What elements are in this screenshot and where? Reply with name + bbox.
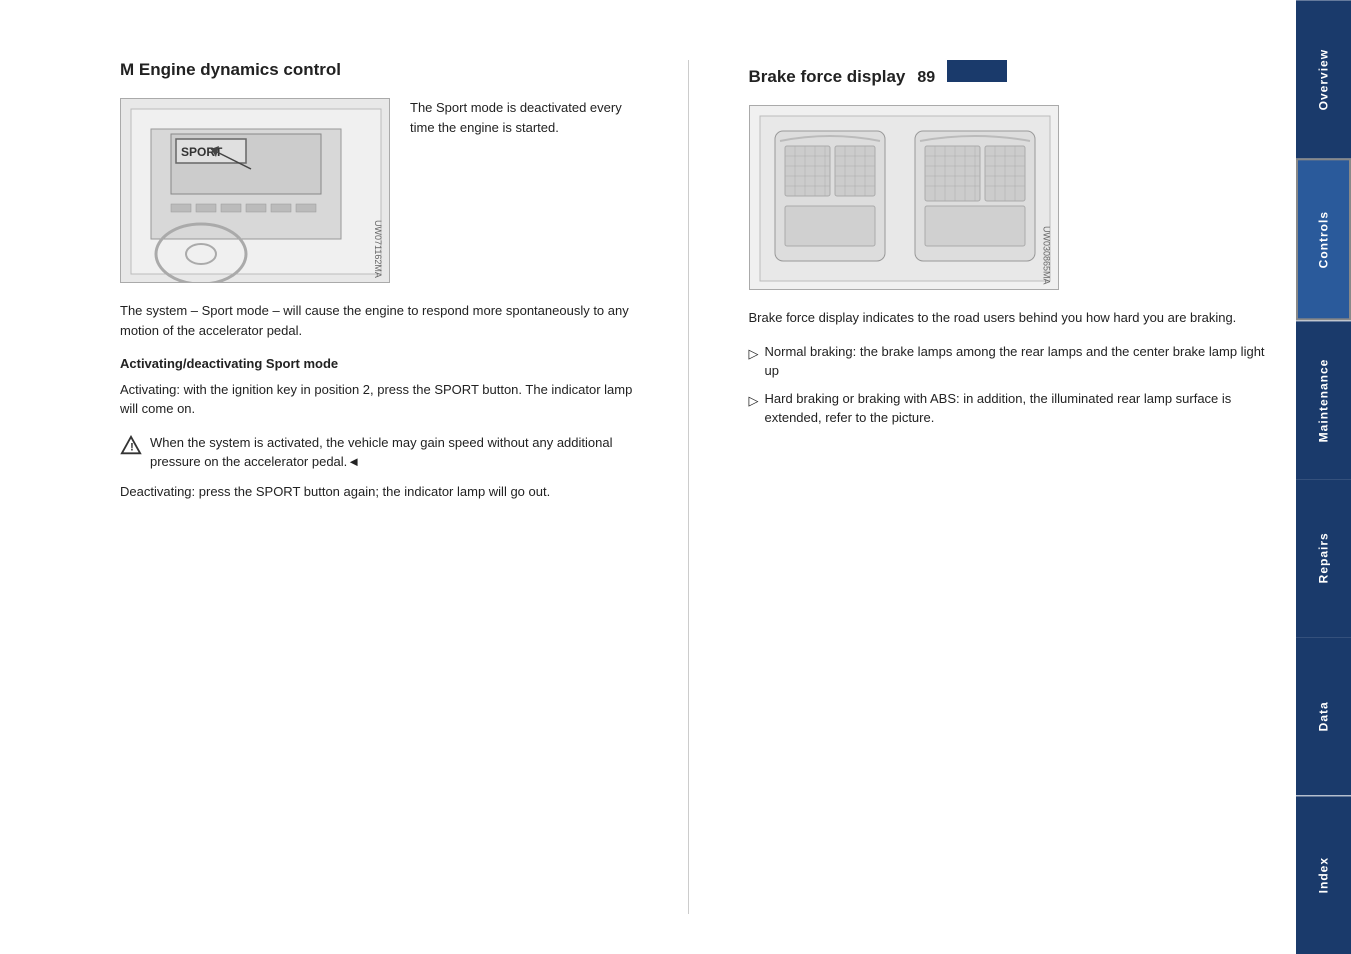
- right-header: Brake force display 89: [749, 60, 1277, 87]
- activating-text: Activating: with the ignition key in pos…: [120, 380, 648, 419]
- sidebar-item-data[interactable]: Data: [1296, 637, 1351, 795]
- intro-text: The Sport mode is deactivated every time…: [410, 98, 648, 137]
- page-container: M Engine dynamics control: [0, 0, 1351, 954]
- left-section-title: M Engine dynamics control: [120, 60, 648, 80]
- sub-section-title: Activating/deactivating Sport mode: [120, 354, 648, 374]
- left-image: SPORT UW07: [120, 98, 390, 283]
- bullet-item-0: ▷ Normal braking: the brake lamps among …: [749, 342, 1277, 381]
- sidebar-item-controls[interactable]: Controls: [1296, 158, 1351, 320]
- sidebar-item-index[interactable]: Index: [1296, 796, 1351, 954]
- blue-bar: [947, 60, 1007, 82]
- right-section-title: Brake force display: [749, 67, 906, 87]
- sidebar-item-maintenance[interactable]: Maintenance: [1296, 321, 1351, 479]
- sidebar-item-overview[interactable]: Overview: [1296, 0, 1351, 158]
- sub-section: Activating/deactivating Sport mode Activ…: [120, 354, 648, 419]
- right-image-caption: UW030865MA: [1042, 226, 1052, 285]
- sidebar-item-repairs[interactable]: Repairs: [1296, 479, 1351, 637]
- deactivating-text-block: Deactivating: press the SPORT button aga…: [120, 482, 648, 502]
- page-number: 89: [917, 69, 935, 87]
- bullet-item-1: ▷ Hard braking or braking with ABS: in a…: [749, 389, 1277, 428]
- left-image-caption: UW071162MA: [373, 220, 383, 278]
- right-column: Brake force display 89: [689, 60, 1297, 914]
- deactivating-text: Deactivating: press the SPORT button aga…: [120, 482, 648, 502]
- right-image: UW030865MA: [749, 105, 1059, 290]
- body-text: The system – Sport mode – will cause the…: [120, 301, 648, 340]
- warning-icon: !: [120, 435, 142, 457]
- warning-text: When the system is activated, the vehicl…: [150, 433, 648, 472]
- bullet-arrow-1: ▷: [749, 391, 759, 411]
- left-column: M Engine dynamics control: [0, 60, 689, 914]
- right-intro-text: Brake force display indicates to the roa…: [749, 308, 1277, 328]
- bullet-text-0: Normal braking: the brake lamps among th…: [765, 342, 1277, 381]
- bullet-arrow-0: ▷: [749, 344, 759, 364]
- svg-text:!: !: [130, 441, 134, 453]
- sport-mode-intro: The Sport mode is deactivated every time…: [410, 98, 648, 137]
- bullet-text-1: Hard braking or braking with ABS: in add…: [765, 389, 1277, 428]
- bullet-list: ▷ Normal braking: the brake lamps among …: [749, 342, 1277, 428]
- main-content: M Engine dynamics control: [0, 0, 1296, 954]
- warning-box: ! When the system is activated, the vehi…: [120, 433, 648, 472]
- sidebar: Overview Controls Maintenance Repairs Da…: [1296, 0, 1351, 954]
